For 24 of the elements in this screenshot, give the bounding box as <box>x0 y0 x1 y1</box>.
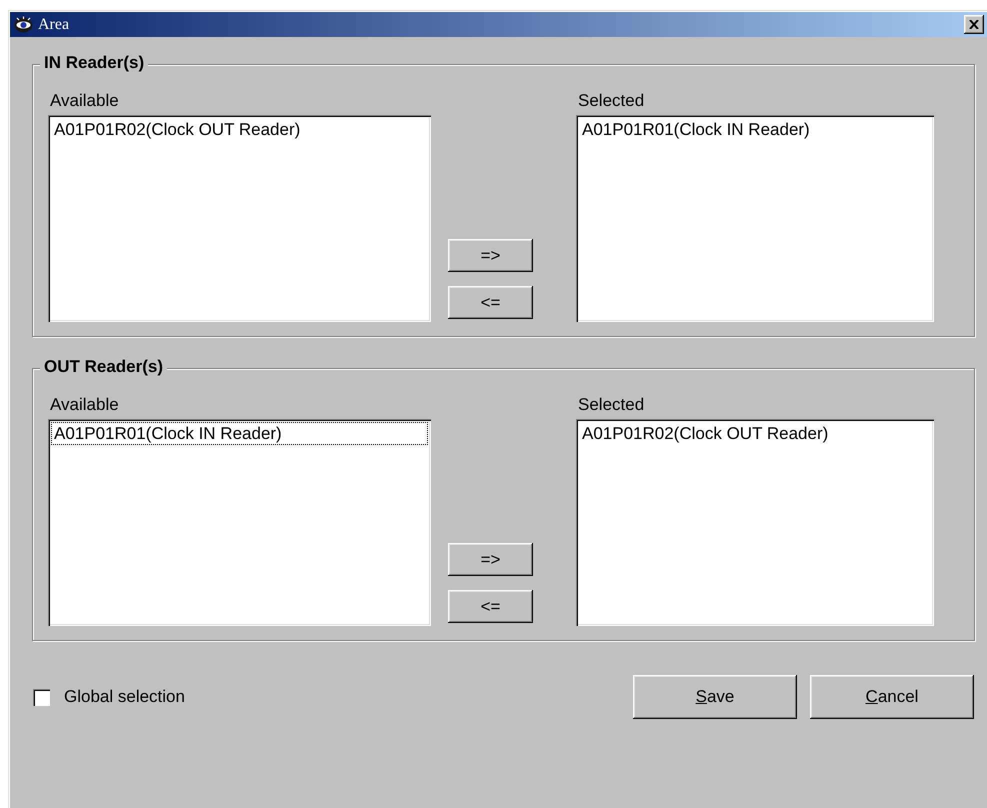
move-button[interactable]: => <box>448 239 533 272</box>
move-button[interactable]: => <box>448 543 533 576</box>
list-label: Selected <box>578 91 644 112</box>
move-button[interactable]: <= <box>448 286 533 319</box>
list-box[interactable]: A01P01R01(Clock IN Reader) <box>576 115 934 322</box>
list-label: Selected <box>578 395 644 416</box>
list-box[interactable]: A01P01R01(Clock IN Reader) <box>48 419 431 626</box>
list-box[interactable]: A01P01R02(Clock OUT Reader) <box>576 419 934 626</box>
window-title: Area <box>38 16 70 34</box>
dialog-button[interactable]: Save <box>633 675 797 719</box>
list-label: Available <box>50 395 119 416</box>
close-icon <box>969 20 979 29</box>
dialog-button[interactable]: Cancel <box>810 675 974 719</box>
list-item[interactable]: A01P01R02(Clock OUT Reader) <box>51 118 428 141</box>
checkbox-label: Global selection <box>64 687 185 707</box>
close-button[interactable] <box>964 15 984 34</box>
move-button[interactable]: <= <box>448 590 533 623</box>
list-label: Available <box>50 91 119 112</box>
list-box[interactable]: A01P01R02(Clock OUT Reader) <box>48 115 431 322</box>
list-item[interactable]: A01P01R01(Clock IN Reader) <box>579 118 931 141</box>
checkbox[interactable] <box>33 688 50 706</box>
list-item[interactable]: A01P01R01(Clock IN Reader) <box>51 422 428 445</box>
eye-icon <box>14 16 33 33</box>
list-item[interactable]: A01P01R02(Clock OUT Reader) <box>579 422 931 445</box>
